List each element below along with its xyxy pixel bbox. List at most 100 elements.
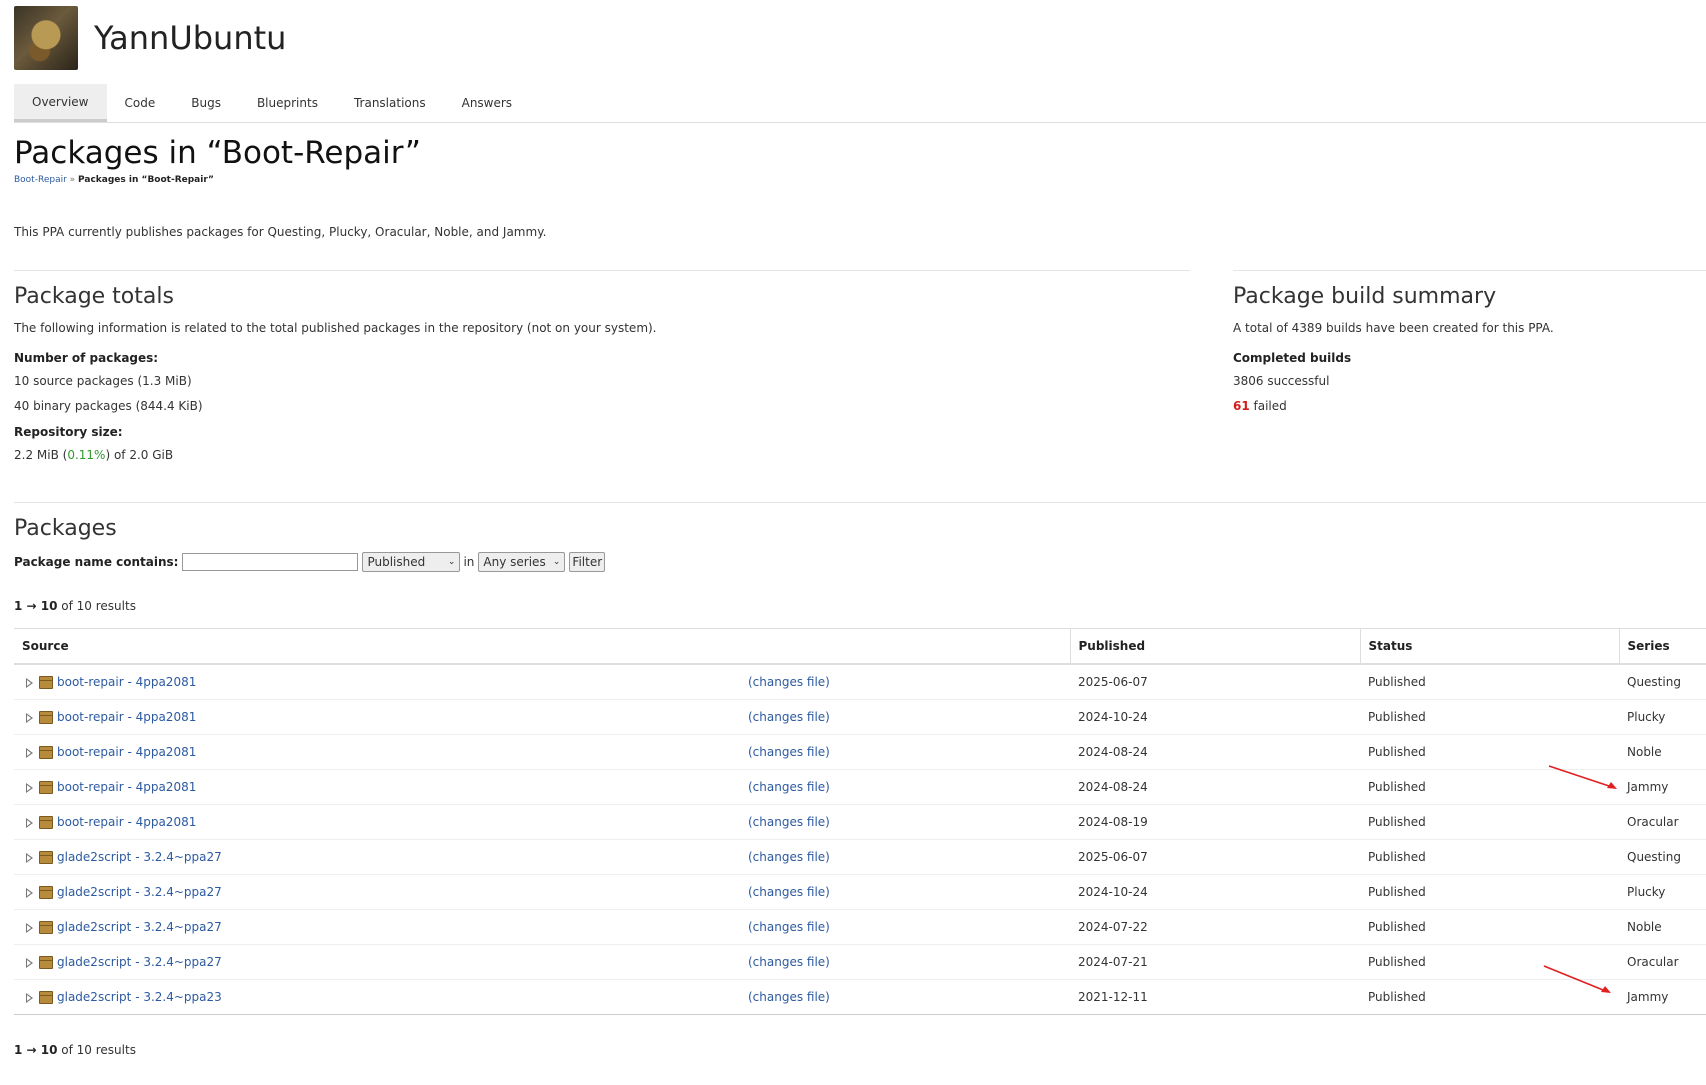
series-cell: Questing	[1619, 839, 1706, 875]
changes-file-link[interactable]: (changes file)	[748, 815, 830, 829]
packages-heading: Packages	[14, 516, 117, 541]
expand-triangle-icon[interactable]	[26, 712, 33, 723]
changes-file-link[interactable]: (changes file)	[748, 990, 830, 1004]
tab-code[interactable]: Code	[107, 84, 174, 122]
results-count-top: 1 → 10 of 10 results	[14, 599, 136, 613]
series-cell: Questing	[1619, 664, 1706, 700]
repository-size-value: 2.2 MiB (0.11%) of 2.0 GiB	[14, 448, 173, 462]
package-link[interactable]: glade2script - 3.2.4~ppa27	[57, 885, 222, 899]
nav-tabs: Overview Code Bugs Blueprints Translatio…	[14, 84, 1706, 123]
series-cell: Plucky	[1619, 874, 1706, 910]
tab-blueprints[interactable]: Blueprints	[239, 84, 336, 122]
package-link[interactable]: boot-repair - 4ppa2081	[57, 675, 196, 689]
expand-triangle-icon[interactable]	[26, 677, 33, 688]
expand-triangle-icon[interactable]	[26, 957, 33, 968]
results-range: 1 → 10	[14, 1043, 58, 1057]
series-cell: Jammy	[1619, 769, 1706, 805]
tab-answers[interactable]: Answers	[444, 84, 530, 122]
expand-triangle-icon[interactable]	[26, 992, 33, 1003]
package-link[interactable]: boot-repair - 4ppa2081	[57, 780, 196, 794]
table-row: boot-repair - 4ppa2081 (changes file) 20…	[14, 734, 1706, 770]
source-cell: glade2script - 3.2.4~ppa27 (changes file…	[14, 909, 1070, 945]
source-cell: glade2script - 3.2.4~ppa27 (changes file…	[14, 839, 1070, 875]
expand-triangle-icon[interactable]	[26, 782, 33, 793]
package-link[interactable]: boot-repair - 4ppa2081	[57, 815, 196, 829]
tab-translations[interactable]: Translations	[336, 84, 444, 122]
published-cell: 2024-10-24	[1070, 699, 1360, 735]
changes-file-link[interactable]: (changes file)	[748, 885, 830, 899]
package-name-input[interactable]	[182, 553, 359, 571]
source-packages-count: 10 source packages (1.3 MiB)	[14, 374, 192, 388]
packages-table: Source Published Status Series boot-repa…	[14, 628, 1706, 1015]
changes-file-link[interactable]: (changes file)	[748, 675, 830, 689]
divider	[1233, 270, 1706, 271]
changes-file-link[interactable]: (changes file)	[748, 850, 830, 864]
failed-builds-label: failed	[1249, 399, 1287, 413]
status-cell: Published	[1360, 664, 1619, 700]
results-count-bottom: 1 → 10 of 10 results	[14, 1043, 136, 1057]
expand-triangle-icon[interactable]	[26, 817, 33, 828]
table-row: glade2script - 3.2.4~ppa23 (changes file…	[14, 979, 1706, 1015]
package-totals-heading: Package totals	[14, 284, 174, 309]
changes-file-link[interactable]: (changes file)	[748, 780, 830, 794]
number-of-packages-label: Number of packages:	[14, 351, 159, 365]
series-select[interactable]: Any series ⌄	[478, 552, 566, 572]
table-row: boot-repair - 4ppa2081 (changes file) 20…	[14, 769, 1706, 805]
tab-bugs[interactable]: Bugs	[173, 84, 239, 122]
source-cell: glade2script - 3.2.4~ppa27 (changes file…	[14, 944, 1070, 980]
package-icon	[39, 991, 53, 1004]
status-select[interactable]: Published ⌄	[362, 552, 461, 572]
repository-used: 2.2 MiB (	[14, 448, 68, 462]
expand-triangle-icon[interactable]	[26, 747, 33, 758]
status-cell: Published	[1360, 804, 1619, 840]
site-header: YannUbuntu	[14, 6, 286, 70]
published-cell: 2025-06-07	[1070, 839, 1360, 875]
chevron-down-icon: ⌄	[552, 557, 561, 567]
series-cell: Jammy	[1619, 979, 1706, 1015]
table-header-row: Source Published Status Series	[14, 628, 1706, 665]
series-cell: Oracular	[1619, 944, 1706, 980]
status-cell: Published	[1360, 839, 1619, 875]
column-header-source: Source	[14, 628, 1070, 665]
tab-overview[interactable]: Overview	[14, 84, 107, 122]
package-icon	[39, 676, 53, 689]
site-title[interactable]: YannUbuntu	[94, 19, 286, 57]
repository-size-label: Repository size:	[14, 425, 123, 439]
package-link[interactable]: glade2script - 3.2.4~ppa27	[57, 920, 222, 934]
failed-builds-count: 61	[1233, 399, 1250, 413]
build-summary-description: A total of 4389 builds have been created…	[1233, 321, 1554, 335]
package-link[interactable]: glade2script - 3.2.4~ppa27	[57, 955, 222, 969]
changes-file-link[interactable]: (changes file)	[748, 955, 830, 969]
table-row: boot-repair - 4ppa2081 (changes file) 20…	[14, 804, 1706, 840]
filter-button[interactable]: Filter	[569, 552, 606, 572]
in-label: in	[463, 555, 475, 569]
package-link[interactable]: glade2script - 3.2.4~ppa27	[57, 850, 222, 864]
results-total: of 10 results	[57, 1043, 136, 1057]
ppa-intro-text: This PPA currently publishes packages fo…	[14, 225, 547, 239]
expand-triangle-icon[interactable]	[26, 887, 33, 898]
package-icon	[39, 711, 53, 724]
results-total: of 10 results	[57, 599, 136, 613]
series-cell: Oracular	[1619, 804, 1706, 840]
changes-file-link[interactable]: (changes file)	[748, 710, 830, 724]
avatar[interactable]	[14, 6, 78, 70]
table-row: boot-repair - 4ppa2081 (changes file) 20…	[14, 664, 1706, 700]
filter-label: Package name contains:	[14, 555, 179, 569]
package-link[interactable]: boot-repair - 4ppa2081	[57, 745, 196, 759]
changes-file-link[interactable]: (changes file)	[748, 745, 830, 759]
published-cell: 2024-07-21	[1070, 944, 1360, 980]
package-link[interactable]: glade2script - 3.2.4~ppa23	[57, 990, 222, 1004]
divider	[14, 502, 1706, 503]
successful-builds-link[interactable]: 3806 successful	[1233, 374, 1329, 388]
table-row: boot-repair - 4ppa2081 (changes file) 20…	[14, 699, 1706, 735]
changes-file-link[interactable]: (changes file)	[748, 920, 830, 934]
breadcrumb-parent-link[interactable]: Boot-Repair	[14, 175, 67, 185]
package-link[interactable]: boot-repair - 4ppa2081	[57, 710, 196, 724]
package-totals-description: The following information is related to …	[14, 321, 657, 335]
failed-builds[interactable]: 61 failed	[1233, 399, 1287, 413]
expand-triangle-icon[interactable]	[26, 922, 33, 933]
package-icon	[39, 886, 53, 899]
published-cell: 2024-07-22	[1070, 909, 1360, 945]
expand-triangle-icon[interactable]	[26, 852, 33, 863]
column-header-status: Status	[1359, 628, 1619, 665]
